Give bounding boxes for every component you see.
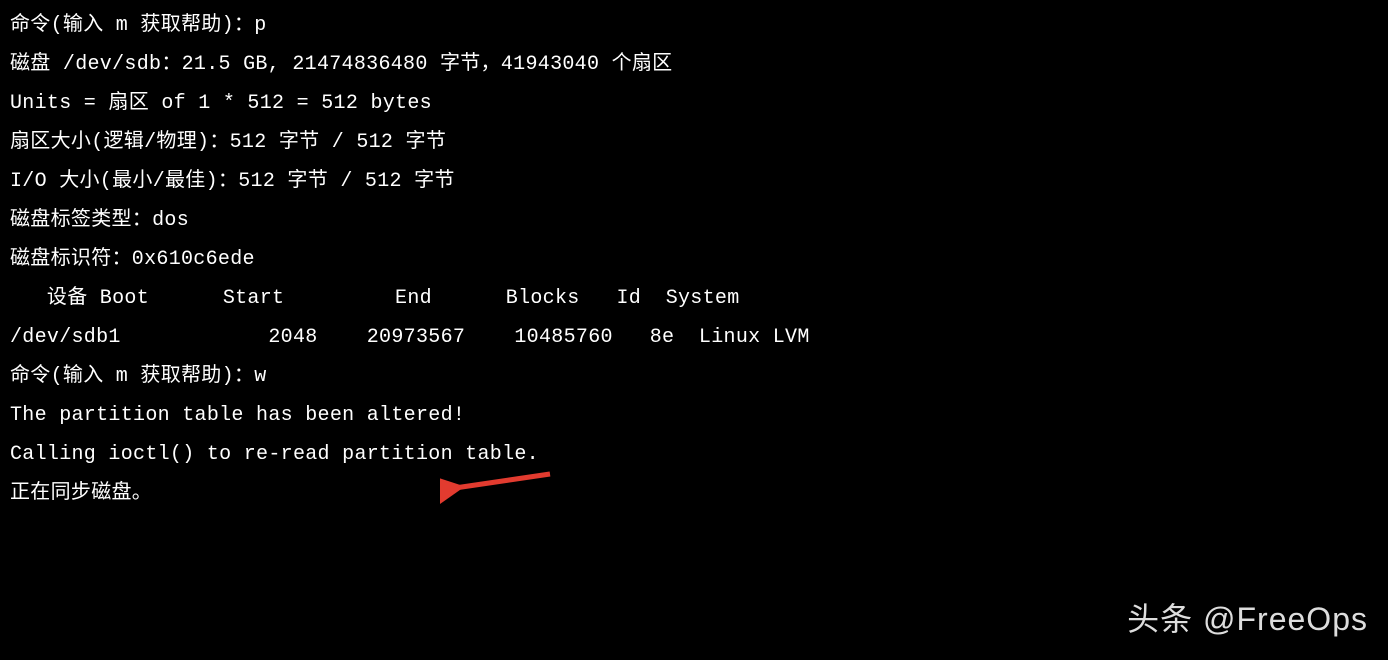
ioctl-line: Calling ioctl() to re-read partition tab… (10, 435, 1378, 474)
partition-table-row: /dev/sdb1 2048 20973567 10485760 8e Linu… (10, 318, 1378, 357)
prompt-line-w: 命令(输入 m 获取帮助)：w (10, 357, 1378, 396)
sector-size-line: 扇区大小(逻辑/物理)：512 字节 / 512 字节 (10, 123, 1378, 162)
syncing-line: 正在同步磁盘。 (10, 474, 1378, 513)
partition-table-header: 设备 Boot Start End Blocks Id System (10, 279, 1378, 318)
disk-size-line: 磁盘 /dev/sdb：21.5 GB, 21474836480 字节，4194… (10, 45, 1378, 84)
prompt-line-p: 命令(输入 m 获取帮助)：p (10, 6, 1378, 45)
watermark-text: 头条 @FreeOps (1127, 588, 1368, 650)
units-line: Units = 扇区 of 1 * 512 = 512 bytes (10, 84, 1378, 123)
altered-line: The partition table has been altered! (10, 396, 1378, 435)
label-type-line: 磁盘标签类型：dos (10, 201, 1378, 240)
terminal-output: 命令(输入 m 获取帮助)：p 磁盘 /dev/sdb：21.5 GB, 214… (10, 6, 1378, 513)
identifier-line: 磁盘标识符：0x610c6ede (10, 240, 1378, 279)
io-size-line: I/O 大小(最小/最佳)：512 字节 / 512 字节 (10, 162, 1378, 201)
